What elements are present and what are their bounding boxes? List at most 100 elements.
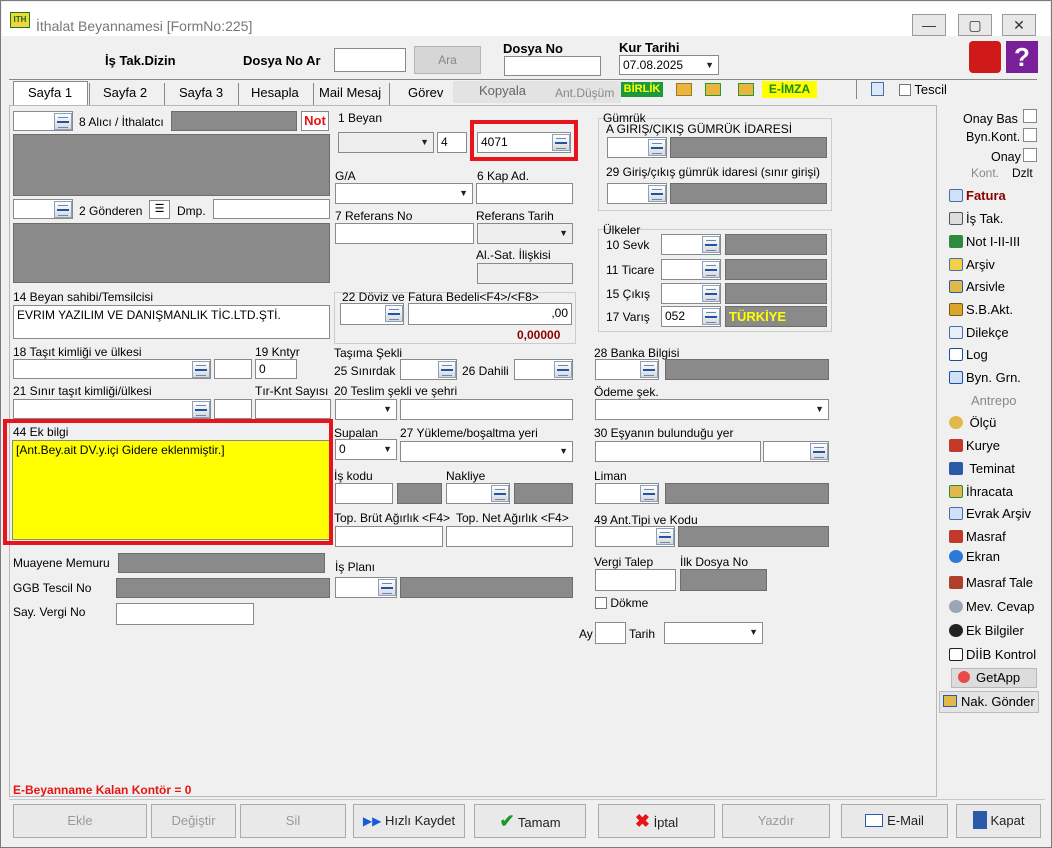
gonderen-code-input[interactable] bbox=[13, 199, 73, 219]
doviz-code-input[interactable] bbox=[340, 303, 404, 325]
yukleme-select[interactable] bbox=[400, 441, 573, 462]
byn-kont-checkbox[interactable] bbox=[1023, 128, 1037, 142]
minimize-button[interactable]: — bbox=[912, 14, 946, 36]
kont-label[interactable]: Kont. bbox=[971, 166, 999, 180]
e-imza-button[interactable]: E-İMZA bbox=[762, 81, 817, 98]
top-brut-input[interactable] bbox=[335, 526, 443, 547]
close-button[interactable]: ✕ bbox=[1002, 14, 1036, 36]
teslim-sehir-input[interactable] bbox=[400, 399, 573, 420]
ticaret-input[interactable] bbox=[661, 259, 721, 280]
ara-button[interactable]: Ara bbox=[414, 46, 481, 74]
sidebar-item-not[interactable]: Not I-II-III bbox=[949, 234, 1020, 249]
tescil-checkbox[interactable]: Tescil bbox=[899, 82, 947, 97]
referans-no-input[interactable] bbox=[335, 223, 474, 244]
sidebar-item-antrepo[interactable]: Antrepo bbox=[949, 393, 1017, 408]
iptal-button[interactable]: ✖ İptal bbox=[598, 804, 715, 838]
dahili-input[interactable] bbox=[514, 359, 573, 380]
folder-up-icon[interactable] bbox=[705, 83, 721, 96]
sidebar-item-evrak-arsiv[interactable]: Evrak Arşiv bbox=[949, 506, 1031, 521]
is-kodu-input[interactable] bbox=[335, 483, 393, 504]
sidebar-item-mev-cevap[interactable]: Mev. Cevap bbox=[949, 599, 1034, 614]
kapat-button[interactable]: Kapat bbox=[956, 804, 1041, 838]
sidebar-item-dilekce[interactable]: Dilekçe bbox=[949, 325, 1009, 340]
sinirdaki-input[interactable] bbox=[400, 359, 457, 380]
giris-cikis-input[interactable] bbox=[607, 137, 667, 158]
kap-ad-input[interactable] bbox=[476, 183, 573, 204]
sidebar-item-sb-akt[interactable]: S.B.Akt. bbox=[949, 302, 1013, 317]
supalan-select[interactable]: 0 bbox=[335, 439, 397, 460]
odeme-select[interactable] bbox=[595, 399, 829, 420]
search-doc-icon[interactable] bbox=[871, 82, 884, 96]
esya-code-input[interactable] bbox=[763, 441, 829, 462]
banka-input[interactable] bbox=[595, 359, 659, 380]
tab-mail-mesaj[interactable]: Mail Mesaj bbox=[319, 85, 381, 105]
sidebar-item-fatura[interactable]: Fatura bbox=[949, 188, 1006, 203]
sidebar-item-log[interactable]: Log bbox=[949, 347, 988, 362]
nakliye-input[interactable] bbox=[446, 483, 510, 504]
dosya-no-input[interactable] bbox=[504, 56, 601, 76]
birlik-button[interactable]: BİRLİK bbox=[621, 82, 663, 97]
beyan-sahibi-input[interactable]: EVRIM YAZILIM VE DANIŞMANLIK TİC.LTD.ŞTİ… bbox=[13, 305, 330, 339]
varis-input[interactable]: 052 bbox=[661, 306, 721, 327]
onay-bas-checkbox[interactable] bbox=[1023, 109, 1037, 123]
sidebar-item-ekran[interactable]: Ekran bbox=[949, 549, 1000, 564]
sinir-tasit-input[interactable] bbox=[13, 399, 211, 419]
say-vergi-input[interactable] bbox=[116, 603, 254, 625]
ga-select[interactable] bbox=[335, 183, 473, 204]
help-icon[interactable]: ? bbox=[1006, 41, 1038, 73]
doviz-amount-input[interactable]: ,00 bbox=[408, 303, 572, 325]
is-tak-dizin-label[interactable]: İş Tak.Dizin bbox=[105, 53, 176, 68]
ant-dusum-button[interactable]: Ant.Düşüm bbox=[555, 86, 614, 106]
getapp-button[interactable]: GetApp bbox=[951, 668, 1037, 688]
referans-tarih-select[interactable] bbox=[477, 223, 573, 244]
kur-tarihi-select[interactable]: 07.08.2025 bbox=[619, 55, 719, 75]
sidebar-item-masraf-tale[interactable]: Masraf Tale bbox=[949, 575, 1033, 590]
sidebar-item-masraf[interactable]: Masraf bbox=[949, 529, 1006, 544]
vergi-talep-input[interactable] bbox=[595, 569, 676, 591]
tab-sayfa-1[interactable]: Sayfa 1 bbox=[28, 85, 72, 105]
dzlt-label[interactable]: Dzlt bbox=[1012, 166, 1033, 180]
tamam-button[interactable]: ✔ Tamam bbox=[474, 804, 586, 838]
kntyr-input[interactable]: 0 bbox=[255, 359, 297, 379]
dmp-input[interactable] bbox=[213, 199, 330, 219]
not-button[interactable]: Not bbox=[301, 111, 329, 131]
list-icon[interactable]: ☰ bbox=[149, 200, 170, 219]
kopyala-button[interactable]: Kopyala bbox=[479, 83, 526, 103]
beyan-num-input[interactable]: 4 bbox=[437, 132, 467, 153]
sidebar-item-diib-kontrol[interactable]: DİİB Kontrol bbox=[949, 647, 1036, 662]
liman-input[interactable] bbox=[595, 483, 659, 504]
giris-idaresi-input[interactable] bbox=[607, 183, 667, 204]
degistir-button[interactable]: Değiştir bbox=[151, 804, 236, 838]
sidebar-item-byn-grn[interactable]: Byn. Grn. bbox=[949, 370, 1021, 385]
folder-export-icon[interactable] bbox=[738, 83, 754, 96]
sidebar-item-teminat[interactable]: Teminat bbox=[949, 461, 1015, 476]
sidebar-item-olcu[interactable]: Ölçü bbox=[949, 415, 996, 430]
onay-checkbox[interactable] bbox=[1023, 148, 1037, 162]
sidebar-item-is-tak[interactable]: İş Tak. bbox=[949, 211, 1003, 226]
al-sat-input[interactable] bbox=[477, 263, 573, 284]
folder-open-icon[interactable] bbox=[676, 83, 692, 96]
sil-button[interactable]: Sil bbox=[240, 804, 346, 838]
ekle-button[interactable]: Ekle bbox=[13, 804, 147, 838]
cikis-input[interactable] bbox=[661, 283, 721, 304]
onay-label[interactable]: Onay bbox=[991, 150, 1021, 164]
teslim-select[interactable] bbox=[335, 399, 397, 420]
yazdir-button[interactable]: Yazdır bbox=[722, 804, 830, 838]
tab-gorev[interactable]: Görev bbox=[408, 85, 443, 105]
byn-kont-label[interactable]: Byn.Kont. bbox=[966, 130, 1020, 144]
maximize-button[interactable]: ▢ bbox=[958, 14, 992, 36]
alici-code-input[interactable] bbox=[13, 111, 73, 131]
sidebar-item-ek-bilgiler[interactable]: Ek Bilgiler bbox=[949, 623, 1024, 638]
alert-icon[interactable] bbox=[969, 41, 1001, 73]
email-button[interactable]: E-Mail bbox=[841, 804, 948, 838]
onay-bas-label[interactable]: Onay Bas bbox=[963, 112, 1018, 126]
tab-hesapla[interactable]: Hesapla bbox=[251, 85, 299, 105]
sinir-tasit-country-input[interactable] bbox=[214, 399, 252, 419]
hizli-kaydet-button[interactable]: ▶▶ Hızlı Kaydet bbox=[353, 804, 465, 838]
ant-tipi-input[interactable] bbox=[595, 526, 675, 547]
sidebar-item-kurye[interactable]: Kurye bbox=[949, 438, 1000, 453]
tarih-select[interactable] bbox=[664, 622, 763, 644]
sidebar-item-arsivle[interactable]: Arsivle bbox=[949, 279, 1005, 294]
is-plani-input[interactable] bbox=[335, 577, 397, 598]
beyan-type-select[interactable] bbox=[338, 132, 434, 153]
